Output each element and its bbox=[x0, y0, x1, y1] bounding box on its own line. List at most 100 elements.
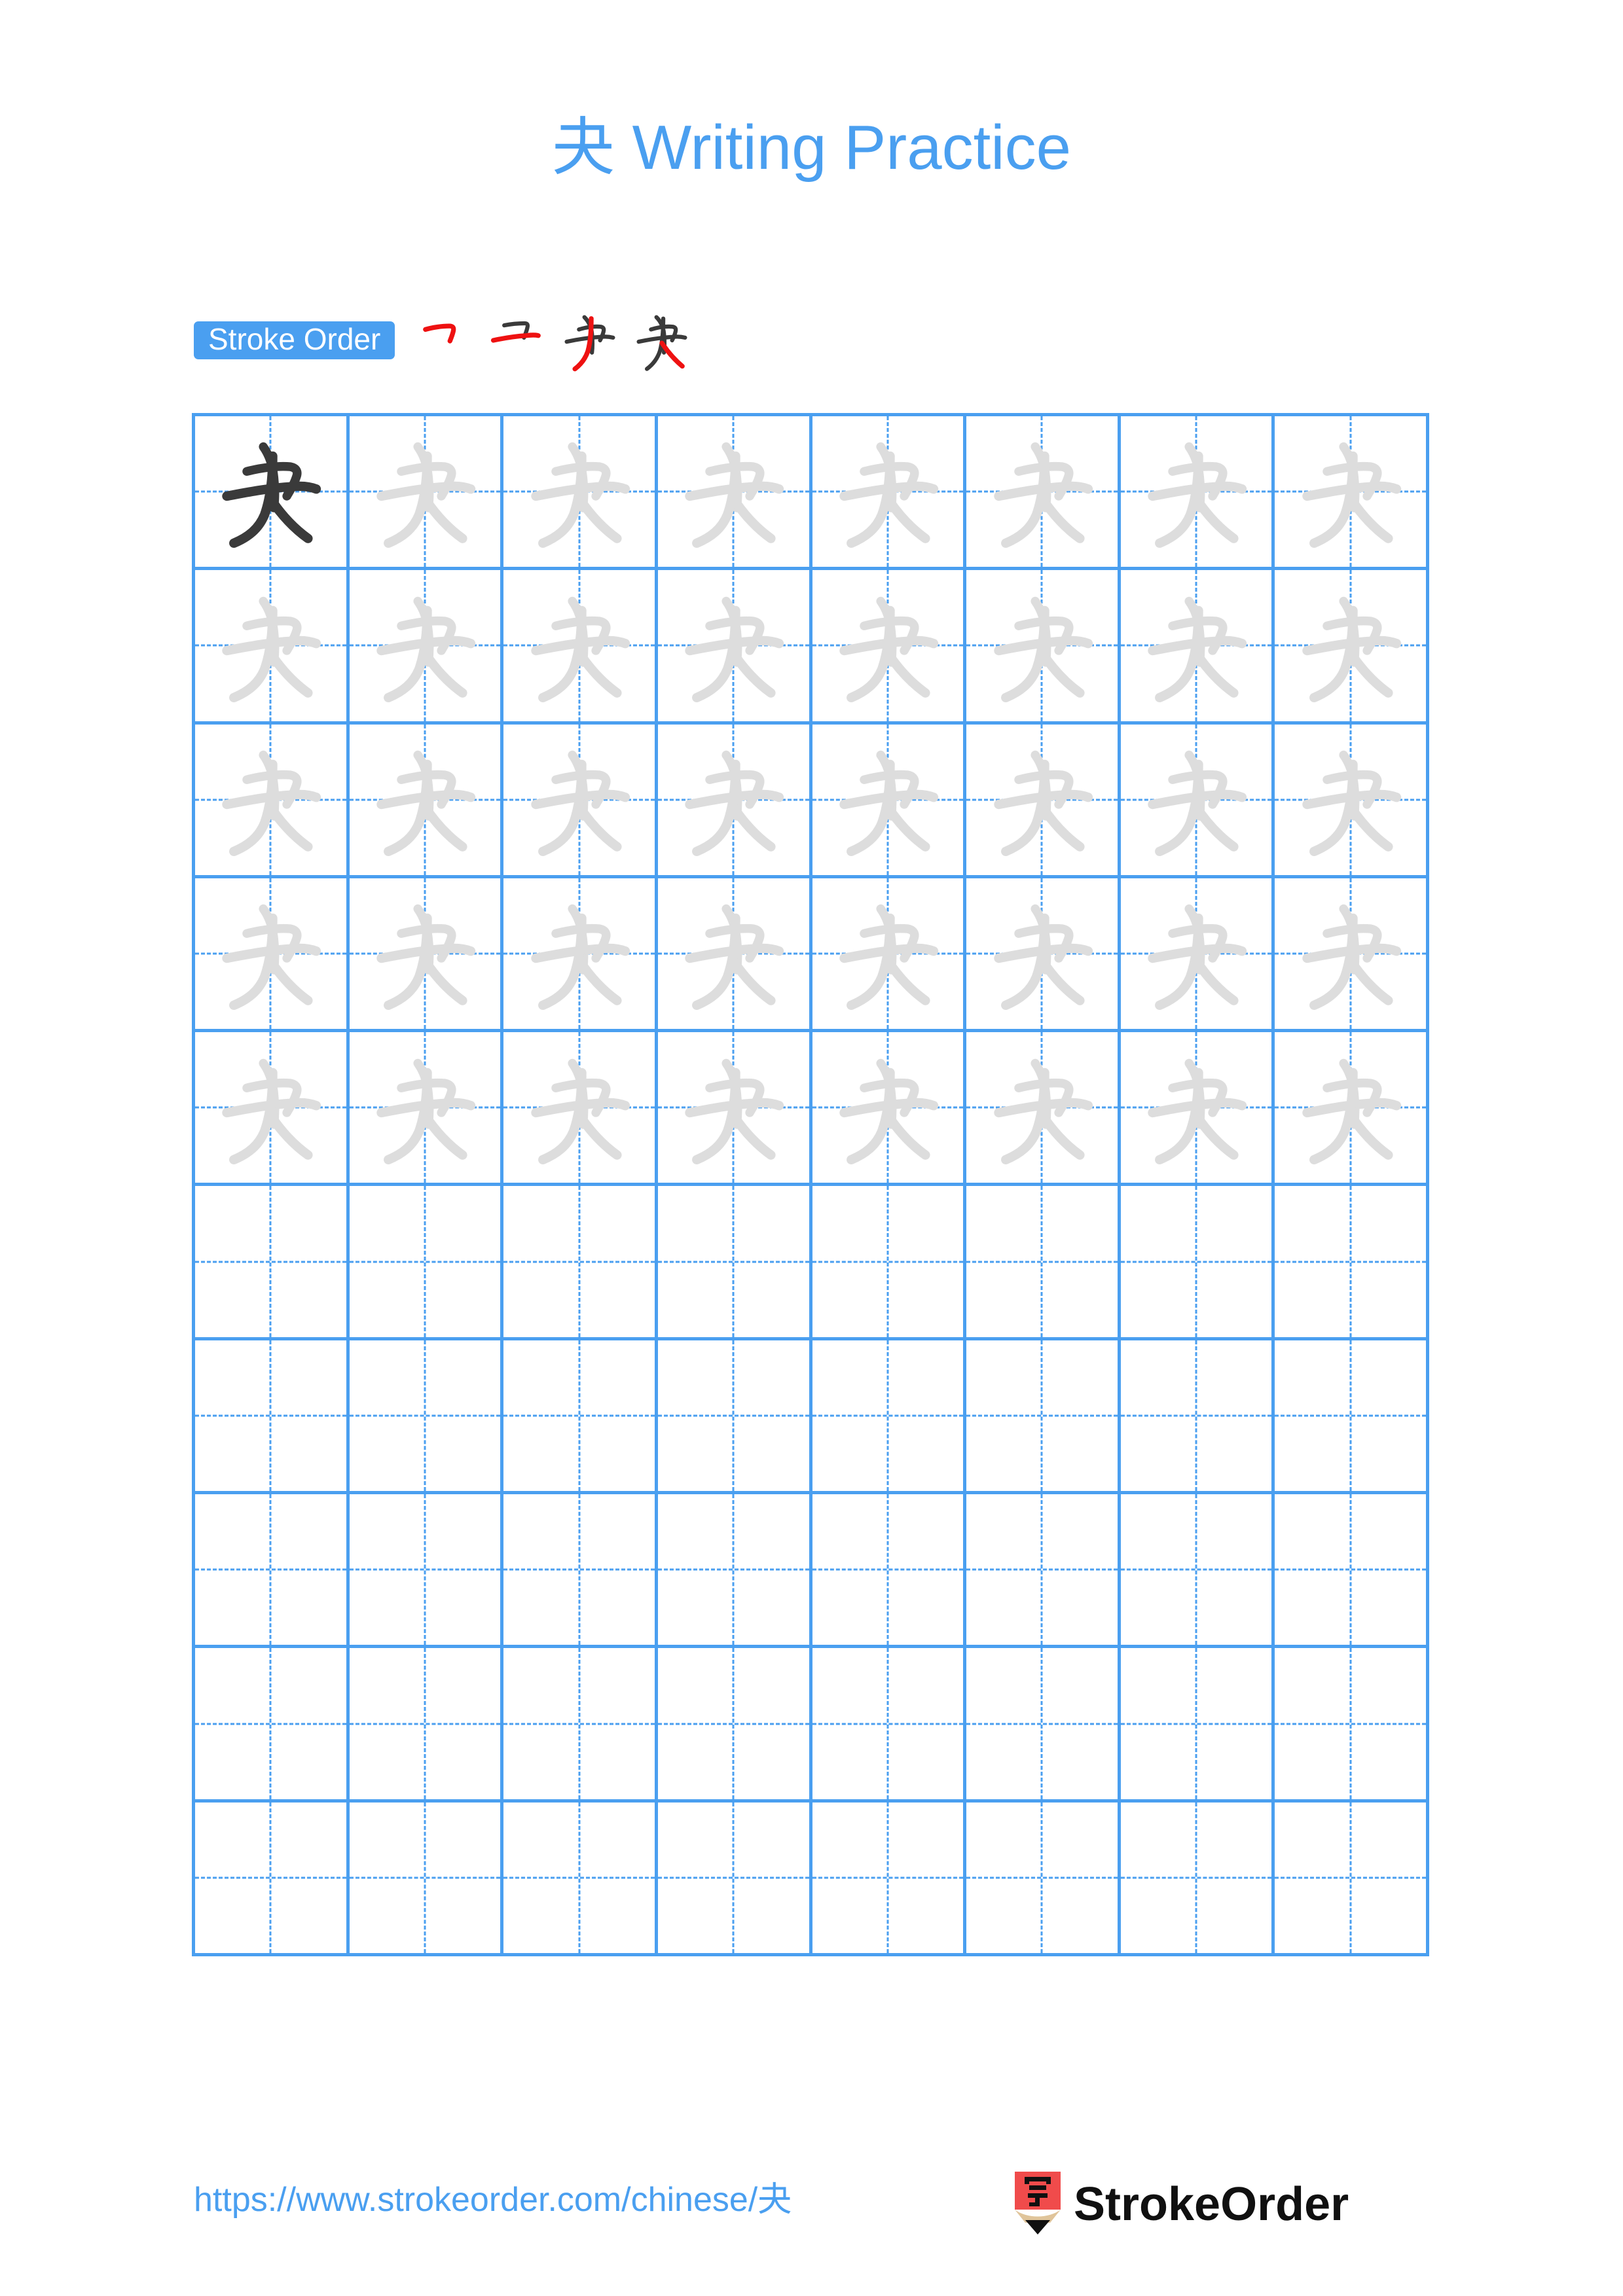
trace-character bbox=[812, 1032, 964, 1183]
practice-cell-empty[interactable] bbox=[812, 1802, 967, 1956]
practice-cell-empty[interactable] bbox=[1120, 1340, 1275, 1495]
practice-cell-trace[interactable] bbox=[657, 878, 812, 1033]
practice-cell-empty[interactable] bbox=[1275, 1186, 1429, 1340]
practice-cell-trace[interactable] bbox=[1275, 878, 1429, 1033]
practice-cell-trace[interactable] bbox=[503, 724, 658, 878]
practice-cell-trace[interactable] bbox=[1120, 724, 1275, 878]
trace-character bbox=[195, 1032, 346, 1183]
practice-cell-empty[interactable] bbox=[966, 1186, 1121, 1340]
trace-character bbox=[966, 570, 1118, 721]
practice-cell-trace[interactable] bbox=[812, 724, 967, 878]
practice-cell-empty[interactable] bbox=[503, 1802, 658, 1956]
practice-cell-trace[interactable] bbox=[812, 570, 967, 725]
page-title: 夬 Writing Practice bbox=[551, 113, 1072, 183]
trace-character bbox=[1275, 416, 1426, 567]
practice-cell-empty[interactable] bbox=[657, 1494, 812, 1649]
practice-cell-trace[interactable] bbox=[1275, 416, 1429, 571]
practice-cell-trace[interactable] bbox=[1120, 1032, 1275, 1187]
practice-cell-trace[interactable] bbox=[966, 1032, 1121, 1187]
practice-cell-empty[interactable] bbox=[195, 1340, 350, 1495]
practice-cell-trace[interactable] bbox=[966, 416, 1121, 571]
practice-cell-empty[interactable] bbox=[349, 1340, 504, 1495]
practice-cell-empty[interactable] bbox=[812, 1186, 967, 1340]
practice-cell-trace[interactable] bbox=[503, 1032, 658, 1187]
practice-grid bbox=[192, 413, 1429, 1956]
practice-grid-row bbox=[195, 1032, 1429, 1187]
practice-cell-trace[interactable] bbox=[195, 570, 350, 725]
practice-cell-empty[interactable] bbox=[195, 1186, 350, 1340]
practice-cell-empty[interactable] bbox=[1275, 1340, 1429, 1495]
practice-cell-empty[interactable] bbox=[349, 1802, 504, 1956]
practice-cell-empty[interactable] bbox=[349, 1648, 504, 1803]
practice-cell-trace[interactable] bbox=[503, 570, 658, 725]
practice-cell-trace[interactable] bbox=[195, 878, 350, 1033]
practice-cell-empty[interactable] bbox=[195, 1494, 350, 1649]
practice-grid-row bbox=[195, 416, 1429, 571]
practice-cell-trace[interactable] bbox=[657, 570, 812, 725]
practice-cell-trace[interactable] bbox=[812, 1032, 967, 1187]
practice-cell-trace[interactable] bbox=[1120, 570, 1275, 725]
practice-cell-trace[interactable] bbox=[503, 416, 658, 571]
practice-grid-row bbox=[195, 1802, 1429, 1956]
practice-cell-model[interactable] bbox=[195, 416, 350, 571]
practice-cell-trace[interactable] bbox=[1120, 416, 1275, 571]
practice-cell-empty[interactable] bbox=[503, 1494, 658, 1649]
practice-cell-trace[interactable] bbox=[1275, 724, 1429, 878]
practice-cell-trace[interactable] bbox=[1275, 570, 1429, 725]
trace-character bbox=[658, 878, 809, 1029]
practice-cell-trace[interactable] bbox=[195, 1032, 350, 1187]
practice-cell-empty[interactable] bbox=[1120, 1494, 1275, 1649]
practice-cell-empty[interactable] bbox=[1275, 1648, 1429, 1803]
practice-cell-trace[interactable] bbox=[966, 724, 1121, 878]
practice-cell-empty[interactable] bbox=[1275, 1802, 1429, 1956]
practice-cell-trace[interactable] bbox=[812, 416, 967, 571]
practice-grid-row bbox=[195, 1186, 1429, 1340]
practice-cell-empty[interactable] bbox=[195, 1802, 350, 1956]
footer-url[interactable]: https://www.strokeorder.com/chinese/夬 bbox=[194, 2179, 792, 2220]
stroke-order-badge: Stroke Order bbox=[194, 321, 395, 359]
practice-cell-trace[interactable] bbox=[503, 878, 658, 1033]
trace-character bbox=[350, 1032, 501, 1183]
practice-cell-trace[interactable] bbox=[657, 416, 812, 571]
practice-cell-trace[interactable] bbox=[657, 1032, 812, 1187]
practice-cell-empty[interactable] bbox=[657, 1186, 812, 1340]
practice-cell-empty[interactable] bbox=[503, 1648, 658, 1803]
practice-cell-trace[interactable] bbox=[349, 724, 504, 878]
practice-cell-empty[interactable] bbox=[349, 1186, 504, 1340]
practice-cell-trace[interactable] bbox=[349, 1032, 504, 1187]
trace-character bbox=[503, 725, 655, 875]
trace-character bbox=[658, 416, 809, 567]
practice-cell-empty[interactable] bbox=[966, 1802, 1121, 1956]
practice-cell-trace[interactable] bbox=[195, 724, 350, 878]
practice-cell-empty[interactable] bbox=[966, 1648, 1121, 1803]
practice-cell-trace[interactable] bbox=[1275, 1032, 1429, 1187]
practice-cell-trace[interactable] bbox=[1120, 878, 1275, 1033]
practice-cell-empty[interactable] bbox=[657, 1340, 812, 1495]
practice-cell-trace[interactable] bbox=[349, 878, 504, 1033]
practice-grid-row bbox=[195, 1494, 1429, 1649]
practice-cell-empty[interactable] bbox=[195, 1648, 350, 1803]
practice-cell-trace[interactable] bbox=[349, 570, 504, 725]
practice-cell-empty[interactable] bbox=[349, 1494, 504, 1649]
practice-cell-empty[interactable] bbox=[1120, 1802, 1275, 1956]
practice-cell-empty[interactable] bbox=[812, 1648, 967, 1803]
practice-cell-trace[interactable] bbox=[966, 878, 1121, 1033]
practice-cell-empty[interactable] bbox=[1120, 1648, 1275, 1803]
practice-cell-empty[interactable] bbox=[503, 1340, 658, 1495]
practice-cell-trace[interactable] bbox=[657, 724, 812, 878]
practice-cell-trace[interactable] bbox=[349, 416, 504, 571]
practice-cell-trace[interactable] bbox=[966, 570, 1121, 725]
strokeorder-pencil-logo-icon bbox=[1013, 2172, 1062, 2237]
practice-cell-trace[interactable] bbox=[812, 878, 967, 1033]
practice-cell-empty[interactable] bbox=[812, 1340, 967, 1495]
practice-cell-empty[interactable] bbox=[1120, 1186, 1275, 1340]
practice-cell-empty[interactable] bbox=[657, 1802, 812, 1956]
practice-cell-empty[interactable] bbox=[812, 1494, 967, 1649]
practice-cell-empty[interactable] bbox=[966, 1494, 1121, 1649]
practice-cell-empty[interactable] bbox=[503, 1186, 658, 1340]
practice-cell-empty[interactable] bbox=[966, 1340, 1121, 1495]
trace-character bbox=[1121, 725, 1272, 875]
practice-grid-row bbox=[195, 1340, 1429, 1495]
practice-cell-empty[interactable] bbox=[1275, 1494, 1429, 1649]
practice-cell-empty[interactable] bbox=[657, 1648, 812, 1803]
